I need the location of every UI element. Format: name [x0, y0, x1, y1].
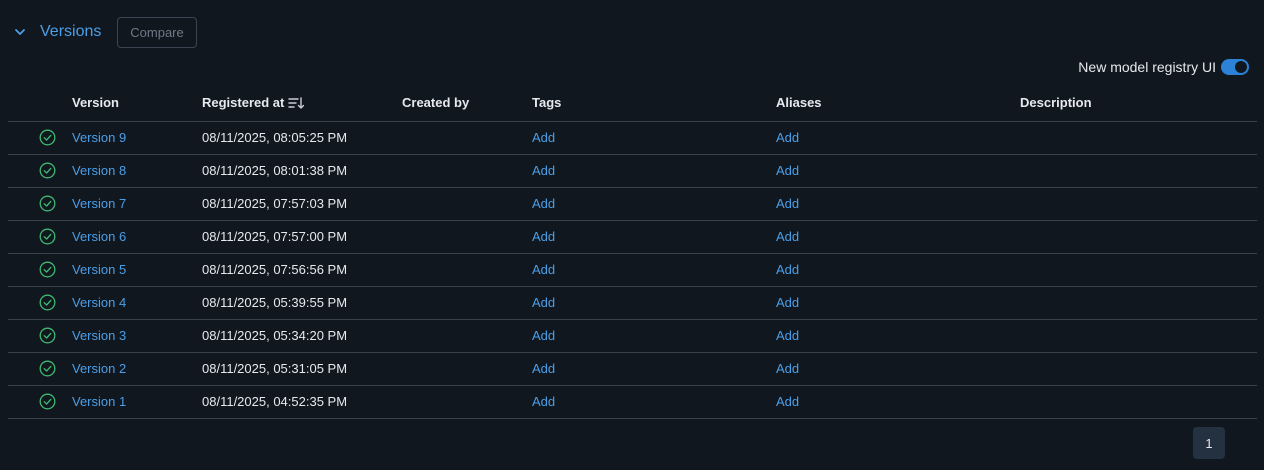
- add-alias-link[interactable]: Add: [776, 130, 799, 146]
- add-tag-link[interactable]: Add: [532, 262, 555, 278]
- version-link[interactable]: Version 7: [72, 196, 126, 212]
- add-tag-link[interactable]: Add: [532, 361, 555, 377]
- registered-at-value: 08/11/2025, 07:56:56 PM: [202, 262, 348, 277]
- registered-at-value: 08/11/2025, 07:57:00 PM: [202, 229, 348, 244]
- version-link[interactable]: Version 3: [72, 328, 126, 344]
- check-circle-icon: [39, 162, 56, 179]
- add-alias-link[interactable]: Add: [776, 196, 799, 212]
- add-alias-link[interactable]: Add: [776, 262, 799, 278]
- add-tag-link[interactable]: Add: [532, 130, 555, 146]
- table-row: Version 5 08/11/2025, 07:56:56 PM Add Ad…: [8, 254, 1257, 287]
- toggle-label: New model registry UI: [1078, 59, 1216, 75]
- chevron-down-icon[interactable]: [12, 24, 28, 40]
- column-header-aliases: Aliases: [776, 95, 822, 110]
- registered-at-value: 08/11/2025, 05:39:55 PM: [202, 295, 348, 310]
- add-alias-link[interactable]: Add: [776, 295, 799, 311]
- version-link[interactable]: Version 2: [72, 361, 126, 377]
- add-tag-link[interactable]: Add: [532, 229, 555, 245]
- check-circle-icon: [39, 327, 56, 344]
- check-circle-icon: [39, 195, 56, 212]
- registered-at-value: 08/11/2025, 04:52:35 PM: [202, 394, 348, 409]
- column-header-version: Version: [72, 95, 119, 110]
- add-tag-link[interactable]: Add: [532, 163, 555, 179]
- registered-at-value: 08/11/2025, 08:01:38 PM: [202, 163, 348, 178]
- table-row: Version 6 08/11/2025, 07:57:00 PM Add Ad…: [8, 221, 1257, 254]
- versions-table: Version Registered at Created by Tags Al…: [8, 86, 1257, 419]
- check-circle-icon: [39, 228, 56, 245]
- add-alias-link[interactable]: Add: [776, 328, 799, 344]
- add-tag-link[interactable]: Add: [532, 196, 555, 212]
- compare-button[interactable]: Compare: [117, 17, 197, 48]
- version-link[interactable]: Version 4: [72, 295, 126, 311]
- table-row: Version 7 08/11/2025, 07:57:03 PM Add Ad…: [8, 188, 1257, 221]
- registered-at-value: 08/11/2025, 05:34:20 PM: [202, 328, 348, 343]
- version-link[interactable]: Version 1: [72, 394, 126, 410]
- add-tag-link[interactable]: Add: [532, 295, 555, 311]
- registered-at-value: 08/11/2025, 08:05:25 PM: [202, 130, 348, 145]
- versions-page: Versions Compare New model registry UI V…: [0, 0, 1264, 470]
- version-link[interactable]: Version 8: [72, 163, 126, 179]
- column-header-description: Description: [1020, 95, 1092, 110]
- table-row: Version 4 08/11/2025, 05:39:55 PM Add Ad…: [8, 287, 1257, 320]
- add-alias-link[interactable]: Add: [776, 361, 799, 377]
- section-title[interactable]: Versions: [40, 22, 101, 42]
- version-link[interactable]: Version 6: [72, 229, 126, 245]
- registered-at-value: 08/11/2025, 07:57:03 PM: [202, 196, 348, 211]
- check-circle-icon: [39, 261, 56, 278]
- version-link[interactable]: Version 5: [72, 262, 126, 278]
- check-circle-icon: [39, 294, 56, 311]
- check-circle-icon: [39, 360, 56, 377]
- toggle-knob: [1235, 61, 1247, 73]
- table-row: Version 9 08/11/2025, 08:05:25 PM Add Ad…: [8, 122, 1257, 155]
- new-registry-ui-toggle[interactable]: [1221, 59, 1249, 75]
- table-row: Version 8 08/11/2025, 08:01:38 PM Add Ad…: [8, 155, 1257, 188]
- add-alias-link[interactable]: Add: [776, 163, 799, 179]
- column-header-created-by: Created by: [402, 95, 470, 110]
- versions-header: Versions Compare: [0, 16, 1264, 48]
- version-link[interactable]: Version 9: [72, 130, 126, 146]
- check-circle-icon: [39, 393, 56, 410]
- column-header-tags: Tags: [532, 95, 562, 110]
- registered-at-value: 08/11/2025, 05:31:05 PM: [202, 361, 348, 376]
- sort-descending-icon[interactable]: [288, 96, 305, 110]
- column-header-registered-at[interactable]: Registered at: [202, 95, 305, 110]
- pagination-page-button[interactable]: 1: [1193, 427, 1225, 459]
- add-tag-link[interactable]: Add: [532, 328, 555, 344]
- new-registry-ui-toggle-row: New model registry UI: [1078, 58, 1249, 76]
- check-circle-icon: [39, 129, 56, 146]
- table-row: Version 3 08/11/2025, 05:34:20 PM Add Ad…: [8, 320, 1257, 353]
- table-row: Version 1 08/11/2025, 04:52:35 PM Add Ad…: [8, 386, 1257, 419]
- add-tag-link[interactable]: Add: [532, 394, 555, 410]
- add-alias-link[interactable]: Add: [776, 394, 799, 410]
- table-row: Version 2 08/11/2025, 05:31:05 PM Add Ad…: [8, 353, 1257, 386]
- add-alias-link[interactable]: Add: [776, 229, 799, 245]
- table-header: Version Registered at Created by Tags Al…: [8, 86, 1257, 122]
